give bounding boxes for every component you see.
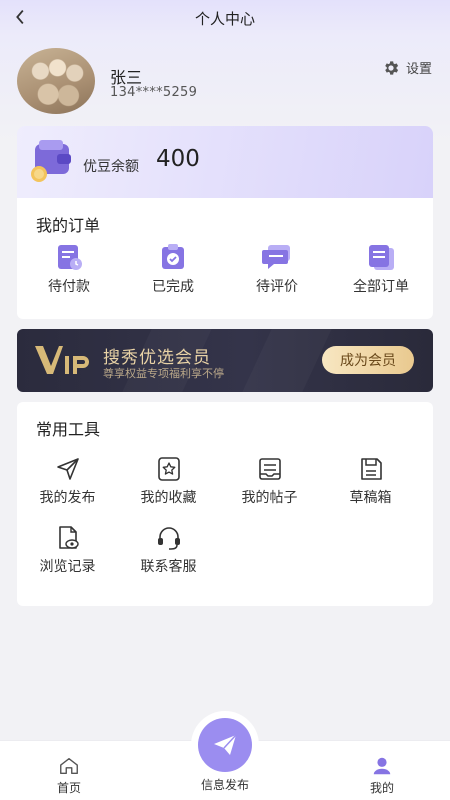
tools-title: 常用工具 xyxy=(36,420,101,439)
vip-banner[interactable]: 搜秀优选会员 尊享权益专项福利享不停 成为会员 xyxy=(17,329,433,392)
balance-card[interactable]: 优豆余额 400 xyxy=(17,126,433,198)
orders-card: 我的订单 待付款 已完成 待评价 全部订单 xyxy=(17,198,433,319)
order-pending-payment[interactable]: 待付款 xyxy=(17,242,121,296)
pending-payment-icon xyxy=(58,245,82,270)
orders-grid: 待付款 已完成 待评价 全部订单 xyxy=(17,242,433,296)
order-completed[interactable]: 已完成 xyxy=(121,242,225,296)
vip-subtitle: 尊享权益专项福利享不停 xyxy=(103,367,224,380)
draft-icon xyxy=(360,458,382,480)
tab-me[interactable]: 我的 xyxy=(342,741,422,796)
balance-label: 优豆余额 xyxy=(83,159,139,175)
tool-drafts[interactable]: 草稿箱 xyxy=(320,455,421,507)
tool-my-posts[interactable]: 我的帖子 xyxy=(219,455,320,507)
tool-my-publish[interactable]: 我的发布 xyxy=(17,455,118,507)
top-bar: 个人中心 xyxy=(0,0,450,36)
tools-card: 常用工具 我的发布 我的收藏 我的帖子 草稿箱 浏览记录 联系客服 xyxy=(17,402,433,606)
avatar[interactable] xyxy=(17,48,95,114)
paper-plane-icon xyxy=(214,734,237,755)
gear-icon xyxy=(385,60,399,75)
all-orders-icon xyxy=(369,245,394,270)
user-icon xyxy=(373,757,391,775)
pending-review-icon xyxy=(262,245,290,269)
favorite-icon xyxy=(157,457,180,481)
order-pending-review[interactable]: 待评价 xyxy=(225,242,329,296)
balance-value: 400 xyxy=(156,146,200,172)
send-icon xyxy=(56,458,79,480)
user-phone: 134****5259 xyxy=(110,85,198,100)
tool-item-label: 草稿箱 xyxy=(349,490,392,506)
headset-icon xyxy=(157,527,180,550)
tool-item-label: 我的收藏 xyxy=(140,490,197,506)
order-all[interactable]: 全部订单 xyxy=(329,242,433,296)
tab-home-label: 首页 xyxy=(56,781,81,795)
order-item-label: 全部订单 xyxy=(353,279,409,295)
tool-item-label: 我的帖子 xyxy=(241,490,298,506)
tools-grid: 我的发布 我的收藏 我的帖子 草稿箱 浏览记录 联系客服 xyxy=(17,455,433,576)
home-icon xyxy=(60,757,78,775)
orders-title: 我的订单 xyxy=(36,216,101,235)
order-item-label: 待评价 xyxy=(256,279,298,295)
tool-my-favorites[interactable]: 我的收藏 xyxy=(118,455,219,507)
tab-me-label: 我的 xyxy=(369,781,394,795)
vip-logo-icon xyxy=(35,346,89,374)
tool-item-label: 浏览记录 xyxy=(39,559,96,575)
tool-item-label: 我的发布 xyxy=(39,490,96,506)
tool-customer-service[interactable]: 联系客服 xyxy=(118,524,219,576)
back-arrow-icon[interactable] xyxy=(10,6,32,28)
publish-fab-button[interactable] xyxy=(198,718,252,772)
tool-browse-history[interactable]: 浏览记录 xyxy=(17,524,118,576)
tool-item-label: 联系客服 xyxy=(140,559,197,575)
wallet-icon xyxy=(31,140,71,182)
vip-stripe-decoration xyxy=(242,329,331,392)
order-item-label: 已完成 xyxy=(152,279,194,295)
page-title: 个人中心 xyxy=(194,9,255,28)
tab-home[interactable]: 首页 xyxy=(29,741,109,796)
posts-icon xyxy=(258,458,281,480)
completed-icon xyxy=(162,244,184,269)
settings-label: 设置 xyxy=(406,62,433,77)
become-member-button[interactable]: 成为会员 xyxy=(322,346,414,374)
order-item-label: 待付款 xyxy=(48,279,90,295)
history-icon xyxy=(58,526,79,549)
settings-button[interactable]: 设置 xyxy=(382,58,432,77)
